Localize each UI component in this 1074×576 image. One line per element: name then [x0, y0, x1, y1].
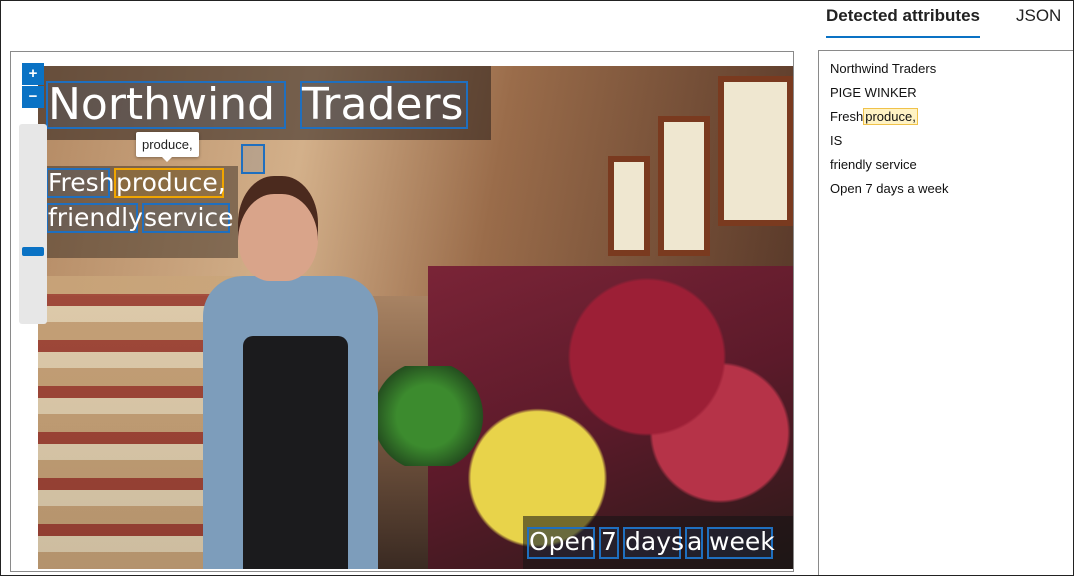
ocr-word-logo-mark[interactable] — [241, 144, 265, 174]
attribute-line[interactable]: friendly service — [830, 157, 1074, 181]
attributes-panel: Northwind Traders PIGE WINKER Fresh produ… — [818, 50, 1074, 576]
ocr-word-a[interactable]: a — [685, 527, 703, 559]
attributes-list: Northwind Traders PIGE WINKER Fresh produ… — [819, 51, 1074, 205]
attribute-line[interactable]: Fresh produce, — [830, 108, 1074, 133]
word-tooltip: produce, — [136, 132, 199, 162]
ocr-word-friendly[interactable]: friendly — [46, 203, 143, 233]
ocr-word-traders[interactable]: Traders — [300, 81, 468, 129]
tab-detected-attributes[interactable]: Detected attributes — [826, 6, 980, 38]
attribute-line[interactable]: Northwind Traders — [830, 61, 1074, 85]
attribute-word-highlighted[interactable]: produce, — [863, 108, 918, 125]
ocr-word-days[interactable]: days — [623, 527, 684, 559]
zoom-slider[interactable] — [19, 124, 47, 324]
attribute-line[interactable]: PIGE WINKER — [830, 85, 1074, 109]
attribute-line[interactable]: IS — [830, 133, 1074, 157]
ocr-word-open[interactable]: Open — [527, 527, 596, 559]
tab-bar: Detected attributes JSON — [818, 0, 1074, 40]
zoom-out-button[interactable]: − — [22, 86, 44, 108]
attribute-line[interactable]: Open 7 days a week — [830, 181, 1074, 205]
tab-json[interactable]: JSON — [1016, 6, 1061, 38]
wall-frames — [598, 76, 793, 266]
ocr-word-week[interactable]: week — [707, 527, 775, 559]
image-viewer[interactable]: Northwind Traders Fresh produce, friendl… — [10, 51, 794, 572]
zoom-in-button[interactable]: + — [22, 63, 44, 85]
attribute-word[interactable]: Fresh — [830, 109, 863, 124]
ocr-word-7[interactable]: 7 — [599, 527, 619, 559]
ocr-word-service[interactable]: service — [142, 203, 234, 233]
zoom-slider-thumb[interactable] — [22, 247, 44, 257]
ocr-word-northwind[interactable]: Northwind — [46, 81, 286, 129]
ocr-word-produce[interactable]: produce, — [114, 168, 226, 198]
ocr-word-fresh[interactable]: Fresh — [46, 168, 115, 198]
